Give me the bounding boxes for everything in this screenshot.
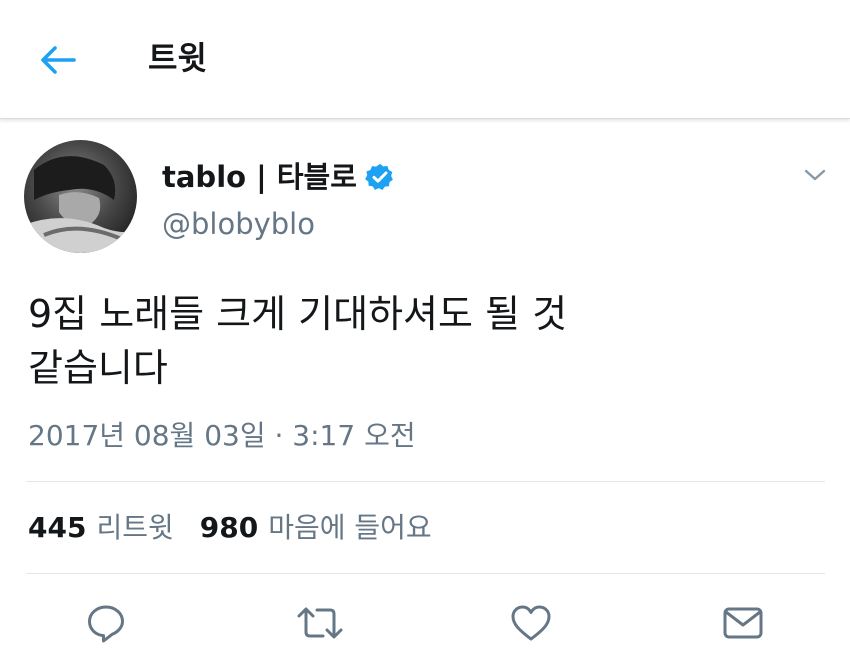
back-button[interactable] bbox=[30, 36, 86, 84]
verified-badge-icon bbox=[365, 162, 395, 192]
tweet-timestamp: 2017년 08월 03일 · 3:17 오전 bbox=[28, 419, 416, 452]
divider bbox=[26, 573, 825, 574]
likes-label[interactable]: 마음에 들어요 bbox=[268, 506, 431, 550]
arrow-left-icon bbox=[41, 46, 76, 74]
likes-count[interactable]: 980 bbox=[200, 506, 258, 550]
tweet-stats: 445 리트윗 980 마음에 들어요 bbox=[28, 506, 432, 550]
retweet-icon bbox=[297, 607, 343, 639]
tweet-text: 9집 노래들 크게 기대하셔도 될 것 같습니다 bbox=[28, 292, 568, 390]
reply-button[interactable] bbox=[82, 598, 130, 648]
reply-icon bbox=[88, 605, 124, 643]
author-handle[interactable]: @blobyblo bbox=[162, 202, 315, 246]
share-button[interactable] bbox=[719, 598, 767, 648]
retweets-count[interactable]: 445 bbox=[28, 506, 86, 550]
tweet-detail-screen: 트윗 tablo | 타블로 @blobyblo 9집 노래들 크게 기대하셔도… bbox=[0, 0, 850, 664]
avatar[interactable] bbox=[24, 140, 137, 253]
chevron-down-icon bbox=[804, 169, 826, 181]
top-app-bar: 트윗 bbox=[0, 0, 850, 119]
mail-icon bbox=[723, 607, 763, 639]
retweets-label[interactable]: 리트윗 bbox=[96, 506, 173, 550]
author-display-name[interactable]: tablo | 타블로 bbox=[162, 155, 395, 199]
retweet-button[interactable] bbox=[296, 598, 344, 648]
like-button[interactable] bbox=[507, 598, 555, 648]
display-name-text: tablo | 타블로 bbox=[162, 160, 357, 194]
page-title: 트윗 bbox=[148, 39, 207, 77]
avatar-photo bbox=[24, 140, 137, 253]
divider bbox=[26, 481, 825, 482]
heart-icon bbox=[511, 605, 551, 641]
more-options-button[interactable] bbox=[798, 158, 832, 192]
